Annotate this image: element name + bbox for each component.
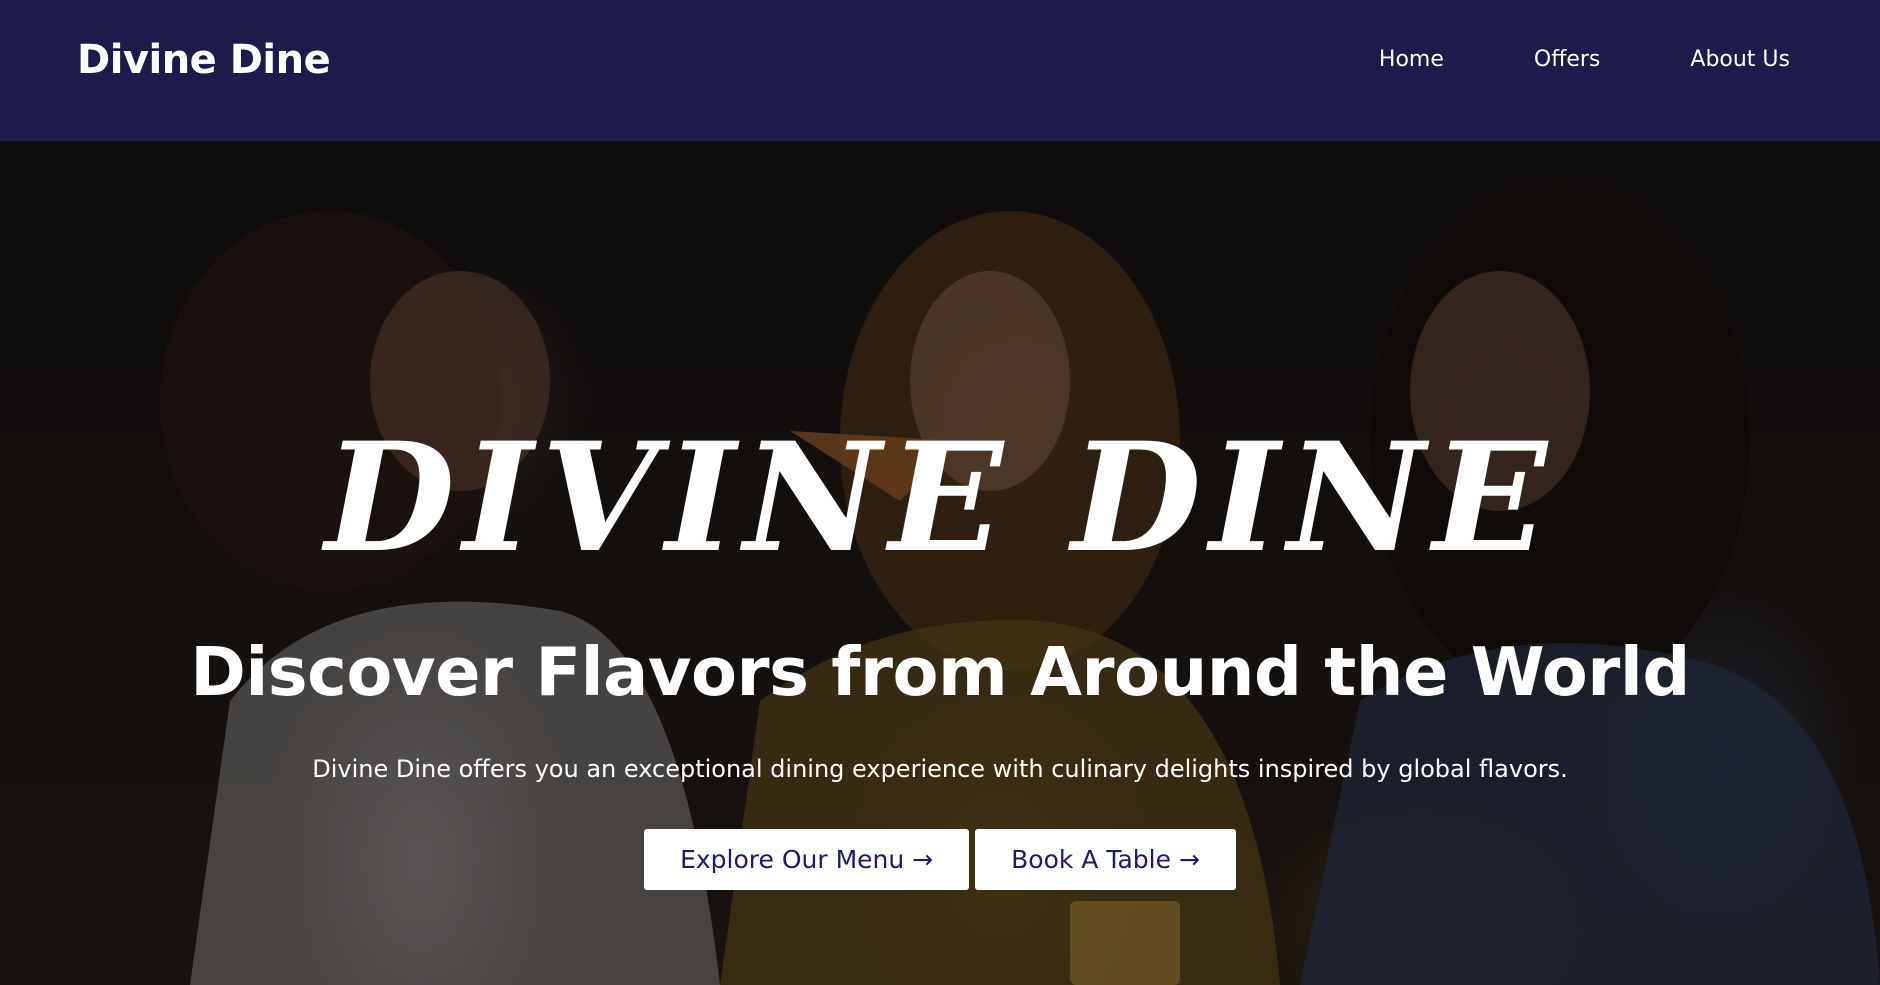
- nav-link-about-us[interactable]: About Us: [1690, 47, 1790, 72]
- hero-content: DIVINE DINE Discover Flavors from Around…: [0, 141, 1880, 985]
- hero-display-title: DIVINE DINE: [324, 410, 1556, 586]
- nav-link-offers[interactable]: Offers: [1534, 47, 1601, 72]
- brand-logo[interactable]: Divine Dine: [77, 37, 331, 83]
- hero-tagline: Divine Dine offers you an exceptional di…: [312, 755, 1568, 783]
- explore-menu-button[interactable]: Explore Our Menu →: [644, 829, 970, 890]
- hero-cta-group: Explore Our Menu → Book A Table →: [0, 829, 1880, 890]
- navbar: Divine Dine Home Offers About Us: [0, 0, 1880, 141]
- nav-link-home[interactable]: Home: [1379, 47, 1444, 72]
- hero-section: DIVINE DINE Discover Flavors from Around…: [0, 141, 1880, 985]
- hero-headline: Discover Flavors from Around the World: [190, 633, 1690, 711]
- nav-links: Home Offers About Us: [1289, 47, 1790, 72]
- book-table-button[interactable]: Book A Table →: [975, 829, 1236, 890]
